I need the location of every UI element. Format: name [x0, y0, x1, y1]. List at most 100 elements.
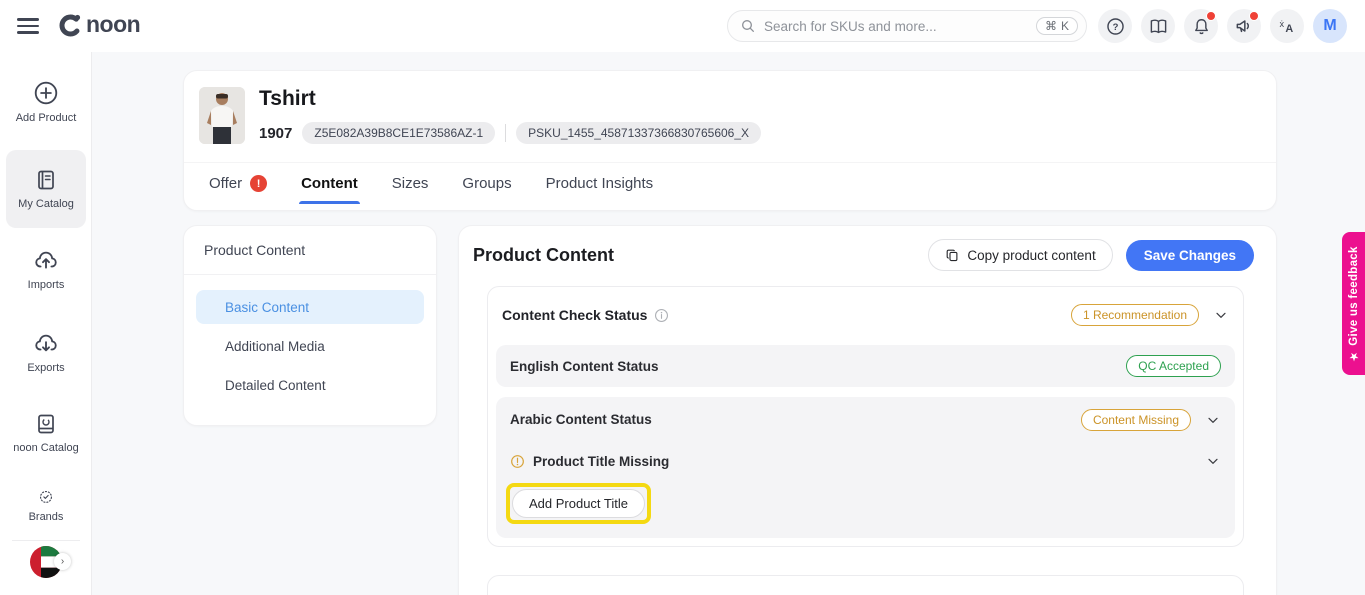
cloud-upload-icon	[35, 251, 57, 269]
noon-logo-icon	[59, 14, 82, 37]
language-button[interactable]: ẋ A	[1270, 9, 1304, 43]
chevron-down-icon[interactable]	[1205, 412, 1221, 428]
panel-title: Product Content	[473, 244, 614, 265]
product-content-panel: Product Content Copy product content Sav…	[458, 225, 1277, 595]
sidebar-item-exports[interactable]: Exports	[6, 330, 86, 374]
qc-accepted-badge: QC Accepted	[1126, 355, 1221, 377]
sidebar-item-label: Brands	[28, 510, 64, 523]
noon-logo[interactable]: noon	[57, 11, 141, 38]
tab-label: Sizes	[391, 175, 429, 192]
tab-product-insights[interactable]: Product Insights	[544, 163, 656, 204]
warning-icon	[511, 454, 524, 468]
product-thumbnail[interactable]	[199, 87, 245, 144]
sidebar-item-label: Add Product	[15, 112, 77, 124]
nav-item-basic-content[interactable]: Basic Content	[196, 290, 424, 324]
svg-text:?: ?	[1112, 21, 1118, 32]
row-label: Arabic Content Status	[510, 412, 652, 427]
tab-label: Content	[301, 175, 358, 192]
help-icon: ?	[1106, 17, 1124, 35]
guide-button[interactable]	[1141, 9, 1175, 43]
feedback-label: Give us feedback	[1347, 245, 1360, 346]
recommendation-badge: 1 Recommendation	[1070, 304, 1199, 326]
english-content-status-row: English Content Status QC Accepted	[496, 345, 1235, 387]
nav-item-additional-media[interactable]: Additional Media	[196, 329, 424, 363]
give-feedback-tab[interactable]: ★ Give us feedback	[1342, 232, 1365, 375]
announcement-dot	[1249, 11, 1259, 21]
search-shortcut: ⌘ K	[1035, 17, 1078, 35]
sidebar-item-imports[interactable]: Imports	[6, 247, 86, 291]
tab-label: Groups	[462, 175, 512, 192]
copy-icon	[946, 249, 958, 261]
copy-product-content-button[interactable]: Copy product content	[928, 239, 1113, 271]
basic-content-card: Basic Content	[487, 575, 1244, 595]
plus-circle-icon	[34, 81, 58, 105]
user-avatar[interactable]: M	[1313, 9, 1347, 43]
sidebar-item-my-catalog[interactable]: My Catalog	[6, 150, 86, 229]
content-check-title: Content Check Status	[502, 307, 648, 323]
logo-text: noon	[86, 11, 141, 37]
sidebar-divider	[12, 540, 80, 541]
product-title-missing-row[interactable]: Product Title Missing	[496, 442, 1235, 480]
product-title: Tshirt	[259, 87, 316, 110]
sidebar-item-label: noon Catalog	[13, 442, 79, 454]
cloud-download-icon	[35, 334, 57, 352]
nav-item-detailed-content[interactable]: Detailed Content	[196, 368, 424, 402]
product-psku-badge[interactable]: PSKU_1455_45871337366830765606_X	[516, 122, 762, 144]
info-icon[interactable]	[654, 308, 669, 323]
noon-catalog-book-icon	[38, 414, 54, 434]
sidebar-item-label: Imports	[27, 279, 65, 291]
announcements-button[interactable]	[1227, 9, 1261, 43]
notifications-button[interactable]	[1184, 9, 1218, 43]
product-sku-badge[interactable]: Z5E082A39B8CE1E73586AZ-1	[302, 122, 496, 144]
shortcut-key: K	[1060, 19, 1069, 33]
search-bar[interactable]: ⌘ K	[727, 10, 1087, 42]
tab-label: Offer	[209, 175, 243, 192]
content-nav-title: Product Content	[184, 226, 436, 275]
menu-icon[interactable]	[17, 14, 39, 36]
sidebar-item-brands[interactable]: Brands	[6, 489, 86, 523]
cmd-icon: ⌘	[1044, 19, 1057, 33]
issue-label: Product Title Missing	[533, 453, 670, 469]
catalog-book-icon	[38, 170, 54, 190]
tutorial-highlight: Add Product Title	[506, 483, 651, 524]
help-button[interactable]: ?	[1098, 9, 1132, 43]
meta-divider	[505, 124, 507, 142]
arabic-content-status-row[interactable]: Arabic Content Status Content Missing	[496, 397, 1235, 442]
topbar-icons: ? ẋ A M	[1098, 9, 1347, 43]
active-tab-underline	[299, 201, 360, 204]
verified-badge-icon	[40, 490, 52, 503]
sidebar-item-label: Exports	[27, 362, 65, 374]
copy-button-label: Copy product content	[967, 247, 1096, 263]
product-id: 1907	[259, 124, 293, 142]
content-check-header[interactable]: Content Check Status 1 Recommendation	[496, 295, 1235, 335]
tab-sizes[interactable]: Sizes	[390, 163, 431, 204]
product-image	[199, 87, 245, 144]
product-header-card: Tshirt 1907 Z5E082A39B8CE1E73586AZ-1 PSK…	[183, 70, 1277, 211]
product-tabs: Offer ! Content Sizes Groups Product Ins…	[207, 163, 655, 204]
country-selector[interactable]: ›	[29, 545, 71, 579]
content-nav-card: Product Content Basic Content Additional…	[183, 225, 437, 426]
sidebar-item-add-product[interactable]: Add Product	[6, 80, 86, 124]
offer-alert-badge: !	[250, 175, 268, 192]
content-missing-badge: Content Missing	[1080, 408, 1191, 431]
add-product-title-button[interactable]: Add Product Title	[512, 489, 645, 518]
row-label: English Content Status	[510, 358, 659, 374]
chevron-down-icon[interactable]	[1205, 453, 1221, 469]
page: noon ⌘ K ?	[0, 0, 1365, 595]
chevron-right-icon[interactable]: ›	[54, 553, 71, 570]
tab-offer[interactable]: Offer !	[207, 163, 269, 204]
translate-icon: ẋ A	[1280, 19, 1294, 35]
panel-actions: Copy product content Save Changes	[928, 239, 1254, 271]
search-input[interactable]	[764, 18, 1036, 34]
sidebar: Add Product My Catalog Imports Exports n…	[0, 52, 92, 595]
chevron-down-icon[interactable]	[1213, 307, 1229, 323]
product-meta: 1907 Z5E082A39B8CE1E73586AZ-1 PSKU_1455_…	[259, 122, 762, 144]
sidebar-item-noon-catalog[interactable]: noon Catalog	[6, 412, 86, 454]
svg-text:ẋ: ẋ	[1280, 19, 1285, 29]
tab-groups[interactable]: Groups	[460, 163, 513, 204]
tab-content[interactable]: Content	[299, 163, 360, 204]
panel-header: Product Content Copy product content Sav…	[459, 226, 1276, 271]
save-changes-button[interactable]: Save Changes	[1125, 239, 1254, 271]
search-icon	[742, 20, 754, 32]
notification-dot	[1206, 11, 1216, 21]
